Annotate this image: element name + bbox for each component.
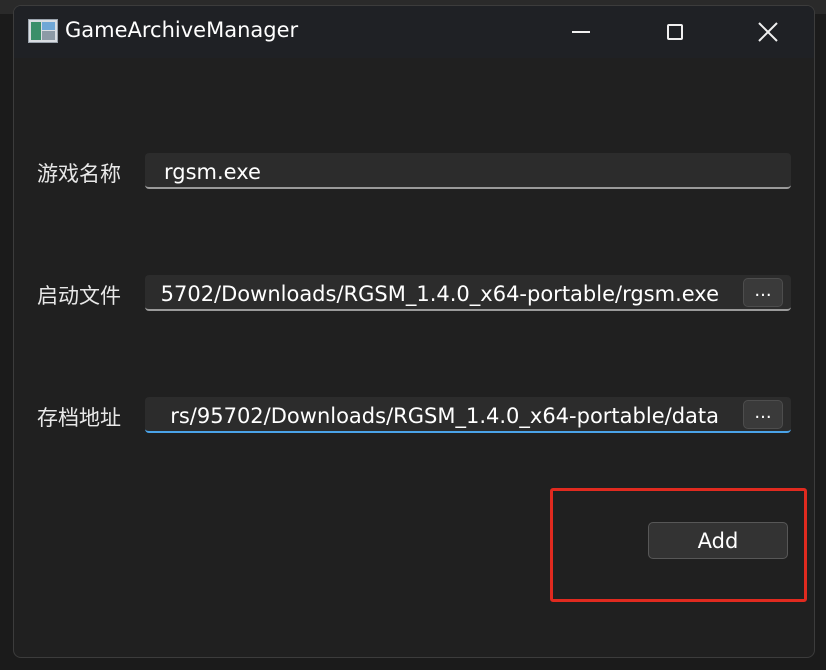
minimize-button[interactable] (556, 6, 606, 58)
app-icon (28, 19, 58, 43)
add-button[interactable]: Add (648, 522, 788, 559)
close-button[interactable] (743, 6, 793, 58)
launch-file-field[interactable]: 5702/Downloads/RGSM_1.4.0_x64-portable/r… (145, 275, 791, 311)
game-name-value: rgsm.exe (164, 160, 261, 184)
launch-file-value: 5702/Downloads/RGSM_1.4.0_x64-portable/r… (160, 282, 719, 306)
save-path-label: 存档地址 (37, 406, 121, 430)
save-path-field[interactable]: rs/95702/Downloads/RGSM_1.4.0_x64-portab… (145, 397, 791, 433)
launch-file-label: 启动文件 (37, 284, 121, 308)
launch-file-browse-button[interactable]: ... (743, 278, 783, 307)
save-path-value: rs/95702/Downloads/RGSM_1.4.0_x64-portab… (170, 404, 719, 428)
app-window: GameArchiveManager 游戏名称 rgsm.exe 启动文件 57… (13, 5, 815, 658)
game-name-label: 游戏名称 (37, 162, 121, 186)
window-title: GameArchiveManager (65, 18, 299, 42)
game-name-field[interactable]: rgsm.exe (145, 153, 791, 189)
save-path-browse-button[interactable]: ... (743, 400, 783, 429)
title-bar: GameArchiveManager (14, 6, 814, 58)
close-icon (758, 22, 778, 42)
maximize-icon (667, 24, 683, 40)
minimize-icon (572, 31, 590, 33)
maximize-button[interactable] (650, 6, 700, 58)
